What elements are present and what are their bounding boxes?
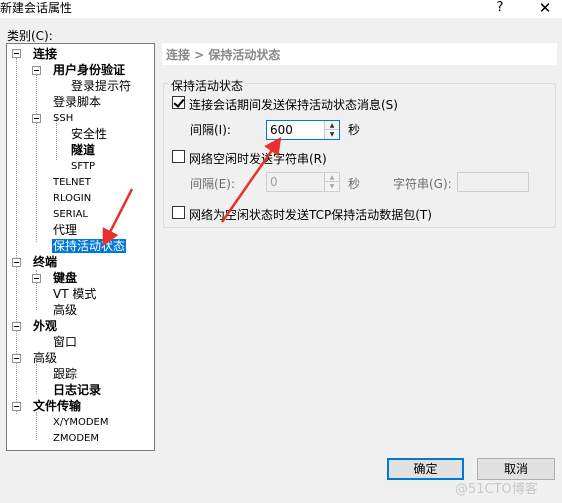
interval1-stepper[interactable]: 600 ▲ ▼ bbox=[266, 120, 340, 140]
string-input[interactable] bbox=[457, 172, 529, 192]
interval2-value[interactable]: 0 bbox=[270, 175, 278, 189]
tree-item-zmodem[interactable]: ZMODEM bbox=[53, 432, 99, 446]
tree-item-connection[interactable]: 连接 bbox=[33, 47, 57, 61]
tree-item-login-prompt[interactable]: 登录提示符 bbox=[71, 79, 131, 93]
collapse-icon[interactable] bbox=[32, 114, 41, 123]
tree-item-appearance[interactable]: 外观 bbox=[33, 319, 57, 333]
tree-item-window[interactable]: 窗口 bbox=[53, 335, 77, 349]
collapse-icon[interactable] bbox=[12, 402, 21, 411]
interval2-label: 间隔(E): bbox=[190, 177, 235, 191]
window-title: 新建会话属性 bbox=[0, 1, 73, 15]
tree-item-login-script[interactable]: 登录脚本 bbox=[53, 95, 101, 109]
tree-line bbox=[36, 74, 37, 242]
help-button[interactable]: ? bbox=[488, 0, 512, 16]
tree-item-keepalive[interactable]: 保持活动状态 bbox=[52, 239, 127, 253]
breadcrumb: 连接 > 保持活动状态 bbox=[166, 48, 281, 62]
interval1-unit: 秒 bbox=[348, 123, 361, 137]
tree-item-advanced-terminal[interactable]: 高级 bbox=[53, 303, 77, 317]
tree-item-logging[interactable]: 日志记录 bbox=[53, 383, 101, 397]
collapse-icon[interactable] bbox=[12, 49, 21, 58]
interval1-value[interactable]: 600 bbox=[270, 123, 293, 137]
ok-button[interactable]: 确定 bbox=[387, 458, 464, 480]
send-keepalive-checkbox[interactable] bbox=[172, 96, 185, 109]
string-label: 字符串(G): bbox=[393, 177, 452, 191]
interval1-label: 间隔(I): bbox=[190, 123, 231, 137]
spin-down-icon[interactable]: ▼ bbox=[324, 130, 339, 139]
spin-up-icon[interactable]: ▲ bbox=[324, 173, 339, 182]
send-string-label[interactable]: 网络空闲时发送字符串(R) bbox=[189, 150, 327, 167]
close-button[interactable]: ✕ bbox=[528, 0, 562, 17]
tree-item-keyboard[interactable]: 键盘 bbox=[53, 271, 77, 285]
tree-item-user-auth[interactable]: 用户身份验证 bbox=[53, 63, 125, 77]
tree-item-rlogin[interactable]: RLOGIN bbox=[53, 192, 91, 206]
spin-up-icon[interactable]: ▲ bbox=[324, 121, 339, 130]
title-bar bbox=[0, 0, 562, 18]
collapse-icon[interactable] bbox=[12, 322, 21, 331]
tree-item-serial[interactable]: SERIAL bbox=[53, 208, 88, 222]
tree-item-advanced[interactable]: 高级 bbox=[33, 351, 57, 365]
groupbox-title: 保持活动状态 bbox=[169, 77, 246, 94]
interval2-stepper[interactable]: 0 ▲ ▼ bbox=[266, 172, 340, 192]
tree-item-ssh[interactable]: SSH bbox=[53, 112, 73, 126]
send-tcp-label[interactable]: 网络为空闲状态时发送TCP保持活动数据包(T) bbox=[189, 206, 432, 223]
collapse-icon[interactable] bbox=[12, 354, 21, 363]
tree-item-tunnel[interactable]: 隧道 bbox=[71, 143, 95, 157]
tree-item-sftp[interactable]: SFTP bbox=[71, 160, 95, 174]
tree-item-trace[interactable]: 跟踪 bbox=[53, 367, 77, 381]
tree-item-terminal[interactable]: 终端 bbox=[33, 255, 57, 269]
tree-item-file-transfer[interactable]: 文件传输 bbox=[33, 399, 81, 413]
collapse-icon[interactable] bbox=[32, 274, 41, 283]
cancel-button[interactable]: 取消 bbox=[477, 458, 555, 480]
category-label: 类别(C): bbox=[7, 29, 53, 43]
send-tcp-checkbox[interactable] bbox=[172, 206, 185, 219]
tree-item-telnet[interactable]: TELNET bbox=[53, 176, 91, 190]
tree-item-security[interactable]: 安全性 bbox=[71, 127, 107, 141]
collapse-icon[interactable] bbox=[12, 258, 21, 267]
collapse-icon[interactable] bbox=[32, 66, 41, 75]
tree-line bbox=[36, 412, 37, 440]
tree-item-xymodem[interactable]: X/YMODEM bbox=[53, 416, 108, 430]
spin-down-icon[interactable]: ▼ bbox=[324, 182, 339, 191]
tree-item-proxy[interactable]: 代理 bbox=[53, 223, 77, 237]
category-tree[interactable]: 连接 用户身份验证 登录提示符 登录脚本 SSH 安全性 隧道 SFTP TEL… bbox=[6, 43, 155, 451]
send-keepalive-label[interactable]: 连接会话期间发送保持活动状态消息(S) bbox=[189, 96, 398, 113]
watermark: @51CTO博客 bbox=[455, 482, 538, 497]
send-string-checkbox[interactable] bbox=[172, 150, 185, 163]
tree-item-vt-mode[interactable]: VT 模式 bbox=[53, 287, 96, 301]
tree-line bbox=[36, 364, 37, 394]
interval2-unit: 秒 bbox=[348, 177, 361, 191]
